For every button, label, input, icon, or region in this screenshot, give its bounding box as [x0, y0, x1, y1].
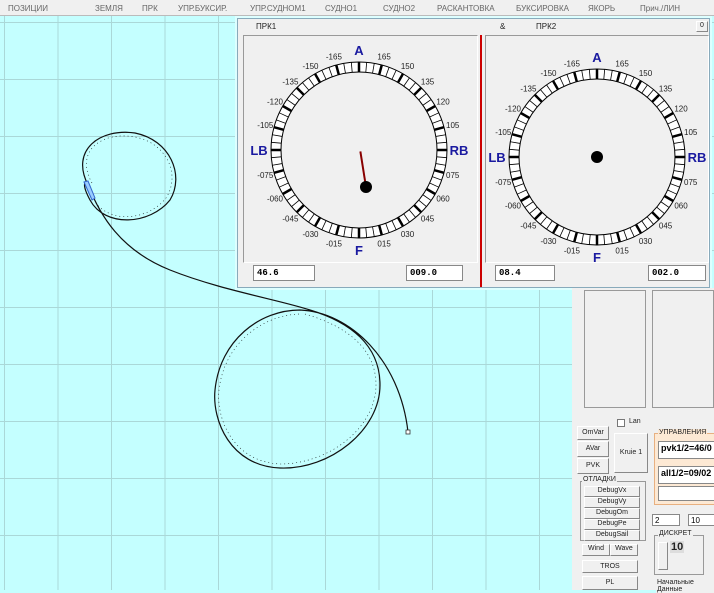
- dial-label: 030: [639, 237, 653, 246]
- dial-label: F: [593, 250, 601, 264]
- dial-label: -165: [564, 59, 581, 68]
- dial-label: -045: [520, 222, 537, 231]
- dial-label: A: [354, 43, 364, 58]
- tros-button[interactable]: TROS: [582, 560, 638, 573]
- wave-button[interactable]: Wave: [610, 544, 638, 556]
- dial-label: -060: [505, 202, 522, 211]
- dial-label: LB: [488, 150, 505, 165]
- prk1-left-field[interactable]: 46.6: [253, 265, 315, 281]
- dial-label: -030: [302, 230, 319, 239]
- amp-label: &: [500, 22, 506, 31]
- prk2-left-field[interactable]: 08.4: [495, 265, 555, 281]
- dial-label: 060: [436, 195, 450, 204]
- dial-label: 165: [615, 59, 629, 68]
- kruie-button[interactable]: Kruie 1: [614, 433, 648, 473]
- dial-label: 105: [446, 121, 460, 130]
- prk2-title: ПРК2: [536, 22, 557, 31]
- otladki-label: ОТЛАДКИ: [582, 476, 617, 483]
- dial-label: F: [355, 243, 363, 258]
- dial-label: 165: [377, 52, 391, 61]
- dial-label: -030: [540, 237, 557, 246]
- list-right: [652, 290, 714, 408]
- prk2-panel: F A 015 -015 030 -030 045 -045 060 -060 075 -075 RB L…: [485, 35, 709, 265]
- all-field[interactable]: all1/2=09/02: [658, 466, 714, 484]
- dial-face: [280, 71, 438, 229]
- divider: [480, 35, 482, 287]
- dial-label: 015: [377, 240, 391, 249]
- lan-label: Lan: [628, 418, 642, 425]
- end-marker: [405, 429, 411, 435]
- debug-button[interactable]: DebugPe: [584, 519, 640, 530]
- field-a[interactable]: 2: [652, 514, 680, 526]
- prk2-right-field[interactable]: 002.0: [648, 265, 706, 281]
- pivot-dot: [591, 151, 603, 163]
- dial-label: -045: [282, 215, 299, 224]
- dial-label: 075: [684, 178, 698, 187]
- dial-label: -015: [564, 247, 581, 256]
- dial-label: -120: [505, 105, 522, 114]
- dial-label: 045: [421, 215, 435, 224]
- diskret-label: ДИСКРЕТ: [658, 530, 693, 537]
- dial-label: 105: [684, 128, 698, 137]
- dial-label: 060: [674, 202, 688, 211]
- dial-label: -105: [495, 128, 512, 137]
- dial-label: 135: [659, 84, 673, 93]
- diskret-value: 10: [670, 541, 685, 553]
- dial-label: -075: [257, 171, 274, 180]
- prk-window: ПРК1 & ПРК2 0 F A 015 -015 030 -030 045 -045 060…: [237, 18, 710, 288]
- dial-label: -135: [520, 84, 537, 93]
- dial-label: -015: [326, 240, 343, 249]
- prk1-dial: F A 015 -015 030 -030 045 -045 060 -060 075 -075 RB L…: [250, 43, 469, 258]
- pivot-dot: [360, 181, 372, 193]
- close-button[interactable]: 0: [696, 21, 708, 32]
- dial-label: -150: [540, 69, 557, 78]
- pvk-button[interactable]: PVK: [577, 458, 609, 474]
- pvk-field[interactable]: pvk1/2=46/0: [658, 441, 714, 459]
- dial-label: -075: [495, 178, 512, 187]
- list-left: [584, 290, 646, 408]
- dial-label: -105: [257, 121, 274, 130]
- lan-checkbox[interactable]: [617, 419, 625, 427]
- debug-button[interactable]: DebugVx: [584, 486, 640, 497]
- field-b[interactable]: 10: [688, 514, 714, 526]
- control-panel: Lan OmVar AVar PVK Kruie 1 УПРАВЛЕНИЯ pv…: [572, 288, 714, 593]
- pl-button[interactable]: PL: [582, 576, 638, 590]
- prk1-panel: F A 015 -015 030 -030 045 -045 060 -060 075 -075 RB L…: [243, 35, 478, 263]
- dial-label: 045: [659, 222, 673, 231]
- dial-label: -165: [326, 52, 343, 61]
- dial-label: 150: [401, 62, 415, 71]
- dial-label: -060: [267, 195, 284, 204]
- prk1-right-field[interactable]: 009.0: [406, 265, 463, 281]
- prk1-title: ПРК1: [256, 22, 277, 31]
- dial-label: 120: [436, 98, 450, 107]
- wind-button[interactable]: Wind: [582, 544, 610, 556]
- dial-label: LB: [250, 143, 267, 158]
- dial-label: A: [592, 50, 602, 65]
- dial-label: -150: [302, 62, 319, 71]
- dial-label: 150: [639, 69, 653, 78]
- empty-field[interactable]: [658, 486, 714, 501]
- debug-button[interactable]: DebugVy: [584, 497, 640, 508]
- dial-label: -120: [267, 98, 284, 107]
- diskret-spinner[interactable]: [658, 542, 668, 570]
- dial-label: 120: [674, 105, 688, 114]
- upravleniya-label: УПРАВЛЕНИЯ: [658, 429, 708, 436]
- prk2-dial: F A 015 -015 030 -030 045 -045 060 -060 075 -075 RB L…: [488, 50, 707, 265]
- dial-label: 015: [615, 247, 629, 256]
- debug-button[interactable]: DebugSail: [584, 530, 640, 541]
- avar-button[interactable]: AVar: [577, 441, 609, 457]
- dial-label: RB: [450, 143, 469, 158]
- nachalnye-label: Начальные Данные: [656, 579, 714, 593]
- dial-label: 135: [421, 77, 435, 86]
- omvar-button[interactable]: OmVar: [577, 426, 609, 440]
- debug-button[interactable]: DebugOm: [584, 508, 640, 519]
- dial-label: 030: [401, 230, 415, 239]
- dial-label: RB: [688, 150, 707, 165]
- dial-label: -135: [282, 77, 299, 86]
- dial-label: 075: [446, 171, 460, 180]
